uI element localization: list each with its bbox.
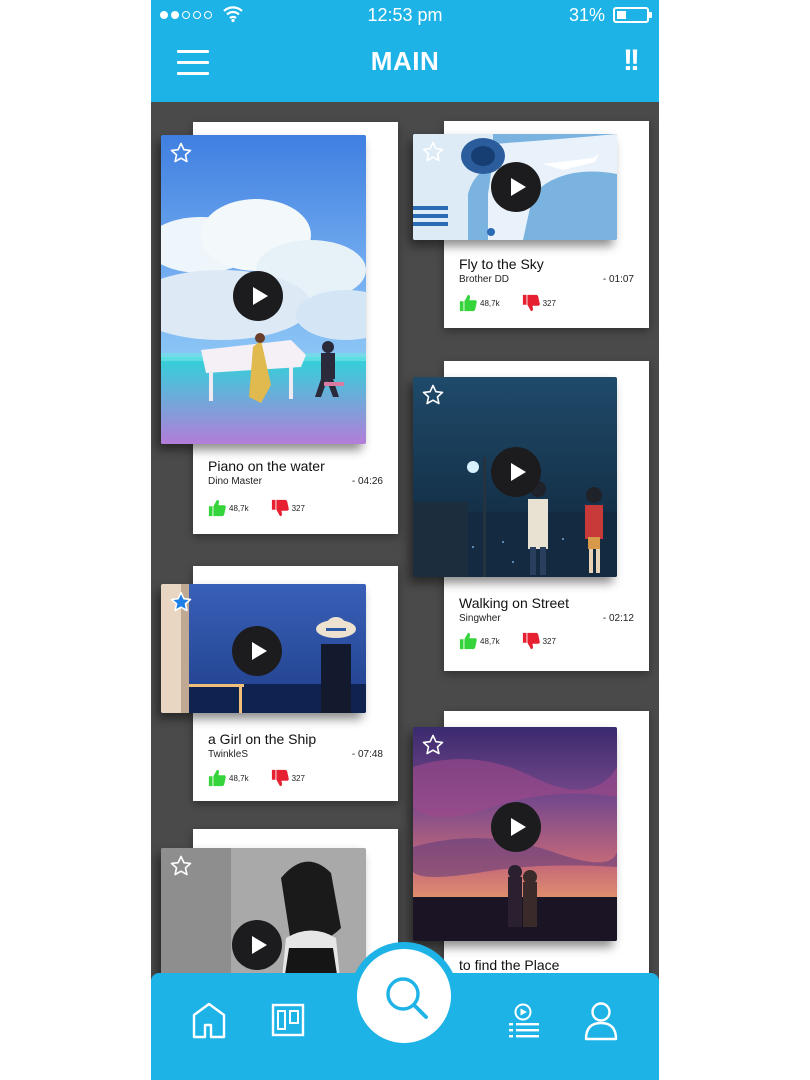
play-button[interactable]	[232, 626, 282, 676]
search-button[interactable]	[357, 949, 451, 1043]
video-duration: - 02:12	[602, 613, 634, 624]
favorite-star-icon[interactable]	[421, 383, 445, 407]
dislike-button[interactable]: 327	[271, 769, 305, 787]
video-title: a Girl on the Ship	[208, 731, 317, 747]
dislike-count: 327	[291, 503, 305, 513]
thumbs-down-icon	[522, 294, 540, 312]
play-button[interactable]	[491, 162, 541, 212]
video-thumbnail[interactable]	[413, 377, 617, 577]
dislike-count: 327	[542, 636, 556, 646]
thumbs-down-icon	[522, 632, 540, 650]
like-count: 48,7k	[480, 298, 500, 308]
video-title: Fly to the Sky	[459, 256, 544, 272]
alert-icon[interactable]: !!	[623, 44, 640, 78]
like-button[interactable]: 48,7k	[459, 294, 500, 312]
status-bar: 12:53 pm 31%	[151, 0, 659, 30]
play-button[interactable]	[232, 920, 282, 970]
play-button[interactable]	[233, 271, 283, 321]
play-button[interactable]	[491, 447, 541, 497]
thumbs-up-icon	[208, 499, 226, 517]
battery-icon	[613, 7, 652, 23]
video-title: to find the Place	[459, 957, 560, 973]
like-button[interactable]: 48,7k	[208, 769, 249, 787]
favorite-star-icon[interactable]	[421, 140, 445, 164]
video-title: Walking on Street	[459, 595, 569, 611]
thumbs-up-icon	[208, 769, 226, 787]
battery-level	[617, 11, 626, 19]
video-duration: - 01:07	[602, 274, 634, 285]
video-title: Piano on the water	[208, 458, 325, 474]
video-duration: - 04:26	[351, 476, 383, 487]
profile-icon[interactable]	[583, 1001, 619, 1041]
thumbs-up-icon	[459, 294, 477, 312]
like-button[interactable]: 48,7k	[208, 499, 249, 517]
page-title: MAIN	[370, 46, 440, 76]
board-icon[interactable]	[271, 1001, 305, 1039]
video-thumbnail[interactable]	[413, 727, 617, 941]
favorite-star-icon[interactable]	[169, 141, 193, 165]
play-button[interactable]	[491, 802, 541, 852]
playlist-icon[interactable]	[507, 1001, 541, 1039]
search-icon	[386, 977, 428, 1019]
video-thumbnail[interactable]	[161, 848, 366, 988]
dislike-button[interactable]: 327	[522, 294, 556, 312]
like-count: 48,7k	[229, 503, 249, 513]
dislike-button[interactable]: 327	[271, 499, 305, 517]
video-thumbnail[interactable]	[161, 584, 366, 713]
battery-percent: 31%	[568, 5, 605, 25]
favorite-star-icon[interactable]	[169, 590, 193, 614]
video-duration: - 07:48	[351, 749, 383, 760]
phone-screen: 12:53 pm 31% MAIN !! Piano on the water …	[151, 0, 659, 1080]
video-thumbnail[interactable]	[413, 134, 617, 240]
video-thumbnail[interactable]	[161, 135, 366, 444]
app-header: MAIN !!	[151, 30, 659, 102]
like-button[interactable]: 48,7k	[459, 632, 500, 650]
like-count: 48,7k	[229, 773, 249, 783]
dislike-count: 327	[291, 773, 305, 783]
thumbs-down-icon	[271, 499, 289, 517]
search-fab	[350, 942, 458, 1050]
thumbs-up-icon	[459, 632, 477, 650]
dislike-button[interactable]: 327	[522, 632, 556, 650]
dislike-count: 327	[542, 298, 556, 308]
favorite-star-icon[interactable]	[421, 733, 445, 757]
home-icon[interactable]	[191, 1001, 227, 1039]
favorite-star-icon[interactable]	[169, 854, 193, 878]
like-count: 48,7k	[480, 636, 500, 646]
thumbs-down-icon	[271, 769, 289, 787]
